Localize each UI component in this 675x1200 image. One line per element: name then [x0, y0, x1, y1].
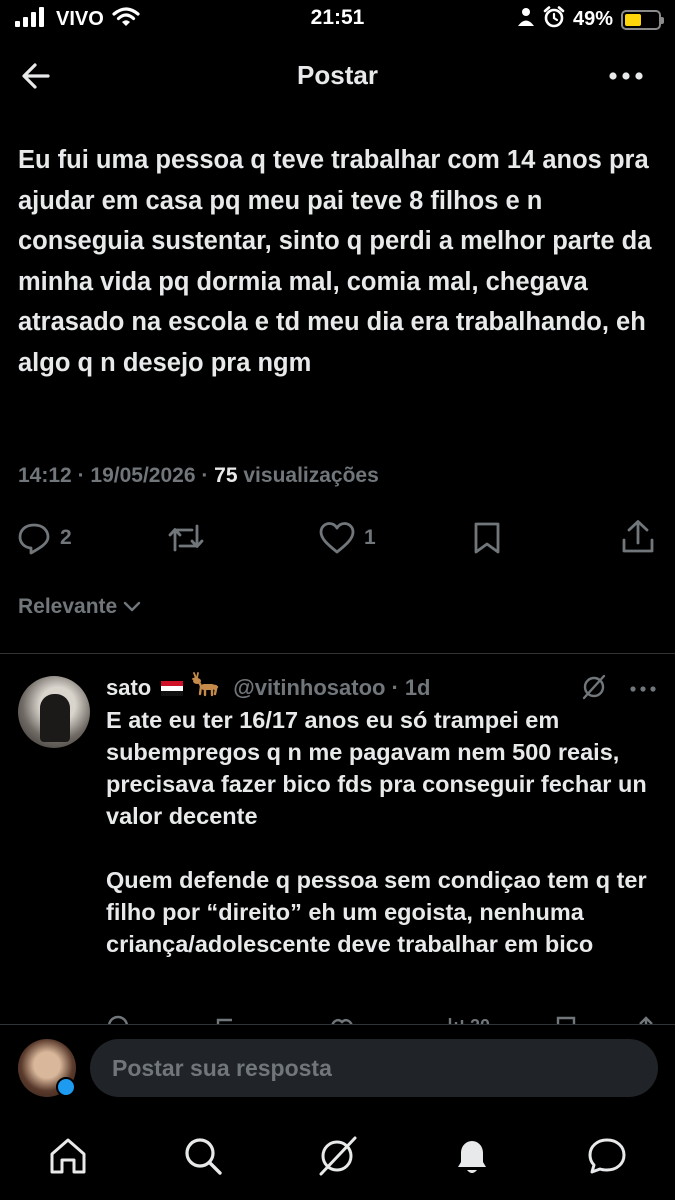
- meta-separator: ·: [391, 675, 399, 700]
- status-right: 49%: [517, 6, 664, 33]
- messages-icon[interactable]: [585, 1134, 629, 1178]
- reply-avatar[interactable]: [18, 676, 90, 748]
- share-icon: [620, 518, 656, 556]
- reply-header: sato @vitinhosatoo · 1d: [106, 672, 431, 704]
- reply-count: 2: [60, 526, 72, 549]
- notifications-icon[interactable]: [450, 1134, 494, 1178]
- bookmark-icon: [470, 520, 504, 556]
- chevron-down-icon: [123, 595, 141, 619]
- reply-actions-peek: 20: [106, 1012, 656, 1024]
- grok-icon[interactable]: [315, 1134, 359, 1178]
- battery-icon: [621, 9, 664, 30]
- egypt-flag-icon: [161, 680, 184, 696]
- reply-text: E ate eu ter 16/17 anos eu só trampei em…: [106, 704, 666, 992]
- reply-input[interactable]: Postar sua resposta: [90, 1039, 658, 1097]
- sort-dropdown[interactable]: Relevante: [18, 595, 141, 619]
- verified-badge-icon: [56, 1077, 76, 1097]
- deer-icon: [189, 672, 219, 704]
- more-horizontal-icon[interactable]: [629, 681, 657, 699]
- like-button[interactable]: 1: [318, 520, 376, 556]
- bottom-tab-bar: [0, 1118, 675, 1200]
- reply-author-name[interactable]: sato: [106, 675, 151, 701]
- post-actions: 2 1: [0, 518, 675, 562]
- person-icon: [517, 7, 535, 32]
- bookmark-button[interactable]: [470, 520, 504, 556]
- retweet-icon: [166, 520, 206, 556]
- post-text: Eu fui uma pessoa q teve trabalhar com 1…: [18, 146, 652, 377]
- reply-paragraph: E ate eu ter 16/17 anos eu só trampei em…: [106, 707, 647, 829]
- page-title: Postar: [297, 60, 378, 90]
- reply-button[interactable]: 2: [16, 520, 72, 556]
- meta-separator: ·: [201, 464, 215, 487]
- reply-top-icons: [581, 674, 657, 705]
- reply-author-handle[interactable]: @vitinhosatoo: [233, 675, 385, 701]
- battery-level: [625, 13, 641, 26]
- heart-icon: [318, 520, 356, 556]
- grok-icon[interactable]: [581, 674, 607, 705]
- share-button[interactable]: [620, 518, 656, 556]
- views-count: 75: [214, 464, 238, 487]
- home-icon[interactable]: [46, 1134, 90, 1178]
- compose-bar: Postar sua resposta: [0, 1024, 675, 1112]
- post-date: 19/05/2026: [90, 464, 196, 487]
- reply-views-peek: 20: [470, 1016, 490, 1024]
- views-label: visualizações: [243, 464, 379, 487]
- reply-paragraph: Quem defende q pessoa sem condiçao tem q…: [106, 867, 647, 957]
- post-time: 14:12: [18, 464, 72, 487]
- search-icon[interactable]: [181, 1134, 225, 1178]
- reply-age: 1d: [404, 675, 431, 700]
- like-count: 1: [364, 526, 376, 549]
- top-nav: Postar: [0, 48, 675, 104]
- status-bar: VIVO 21:51 49%: [0, 0, 675, 40]
- retweet-button[interactable]: [166, 520, 214, 556]
- avatar-figure: [40, 694, 70, 742]
- post-meta: 14:12 · 19/05/2026 · 75 visualizações: [18, 464, 379, 488]
- reply-icon: [16, 520, 52, 556]
- battery-percent: 49%: [572, 8, 613, 30]
- divider: [0, 653, 675, 654]
- meta-separator: ·: [77, 464, 91, 487]
- more-horizontal-icon[interactable]: [607, 58, 647, 94]
- alarm-icon: [543, 6, 565, 33]
- sort-label: Relevante: [18, 595, 118, 618]
